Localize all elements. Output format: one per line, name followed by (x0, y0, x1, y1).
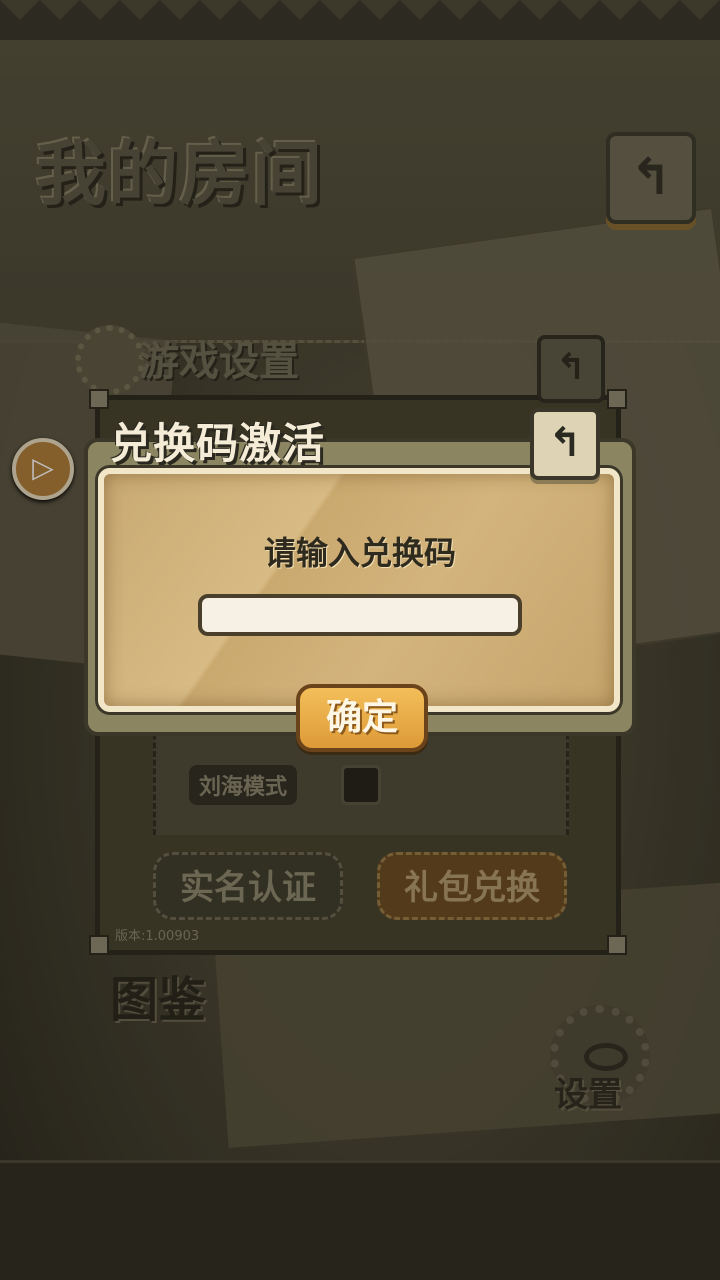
redeem-code-dialog: 兑换码激活 ↰ 请输入兑换码 确定 (84, 396, 640, 752)
redeem-code-input[interactable] (198, 594, 522, 636)
redeem-back-button[interactable]: ↰ (530, 408, 600, 480)
redeem-dialog-body (98, 468, 620, 712)
back-arrow-icon: ↰ (548, 420, 582, 466)
confirm-button[interactable]: 确定 (296, 684, 428, 752)
redeem-prompt: 请输入兑换码 (263, 534, 456, 572)
redeem-title: 兑换码激活 (110, 419, 326, 468)
